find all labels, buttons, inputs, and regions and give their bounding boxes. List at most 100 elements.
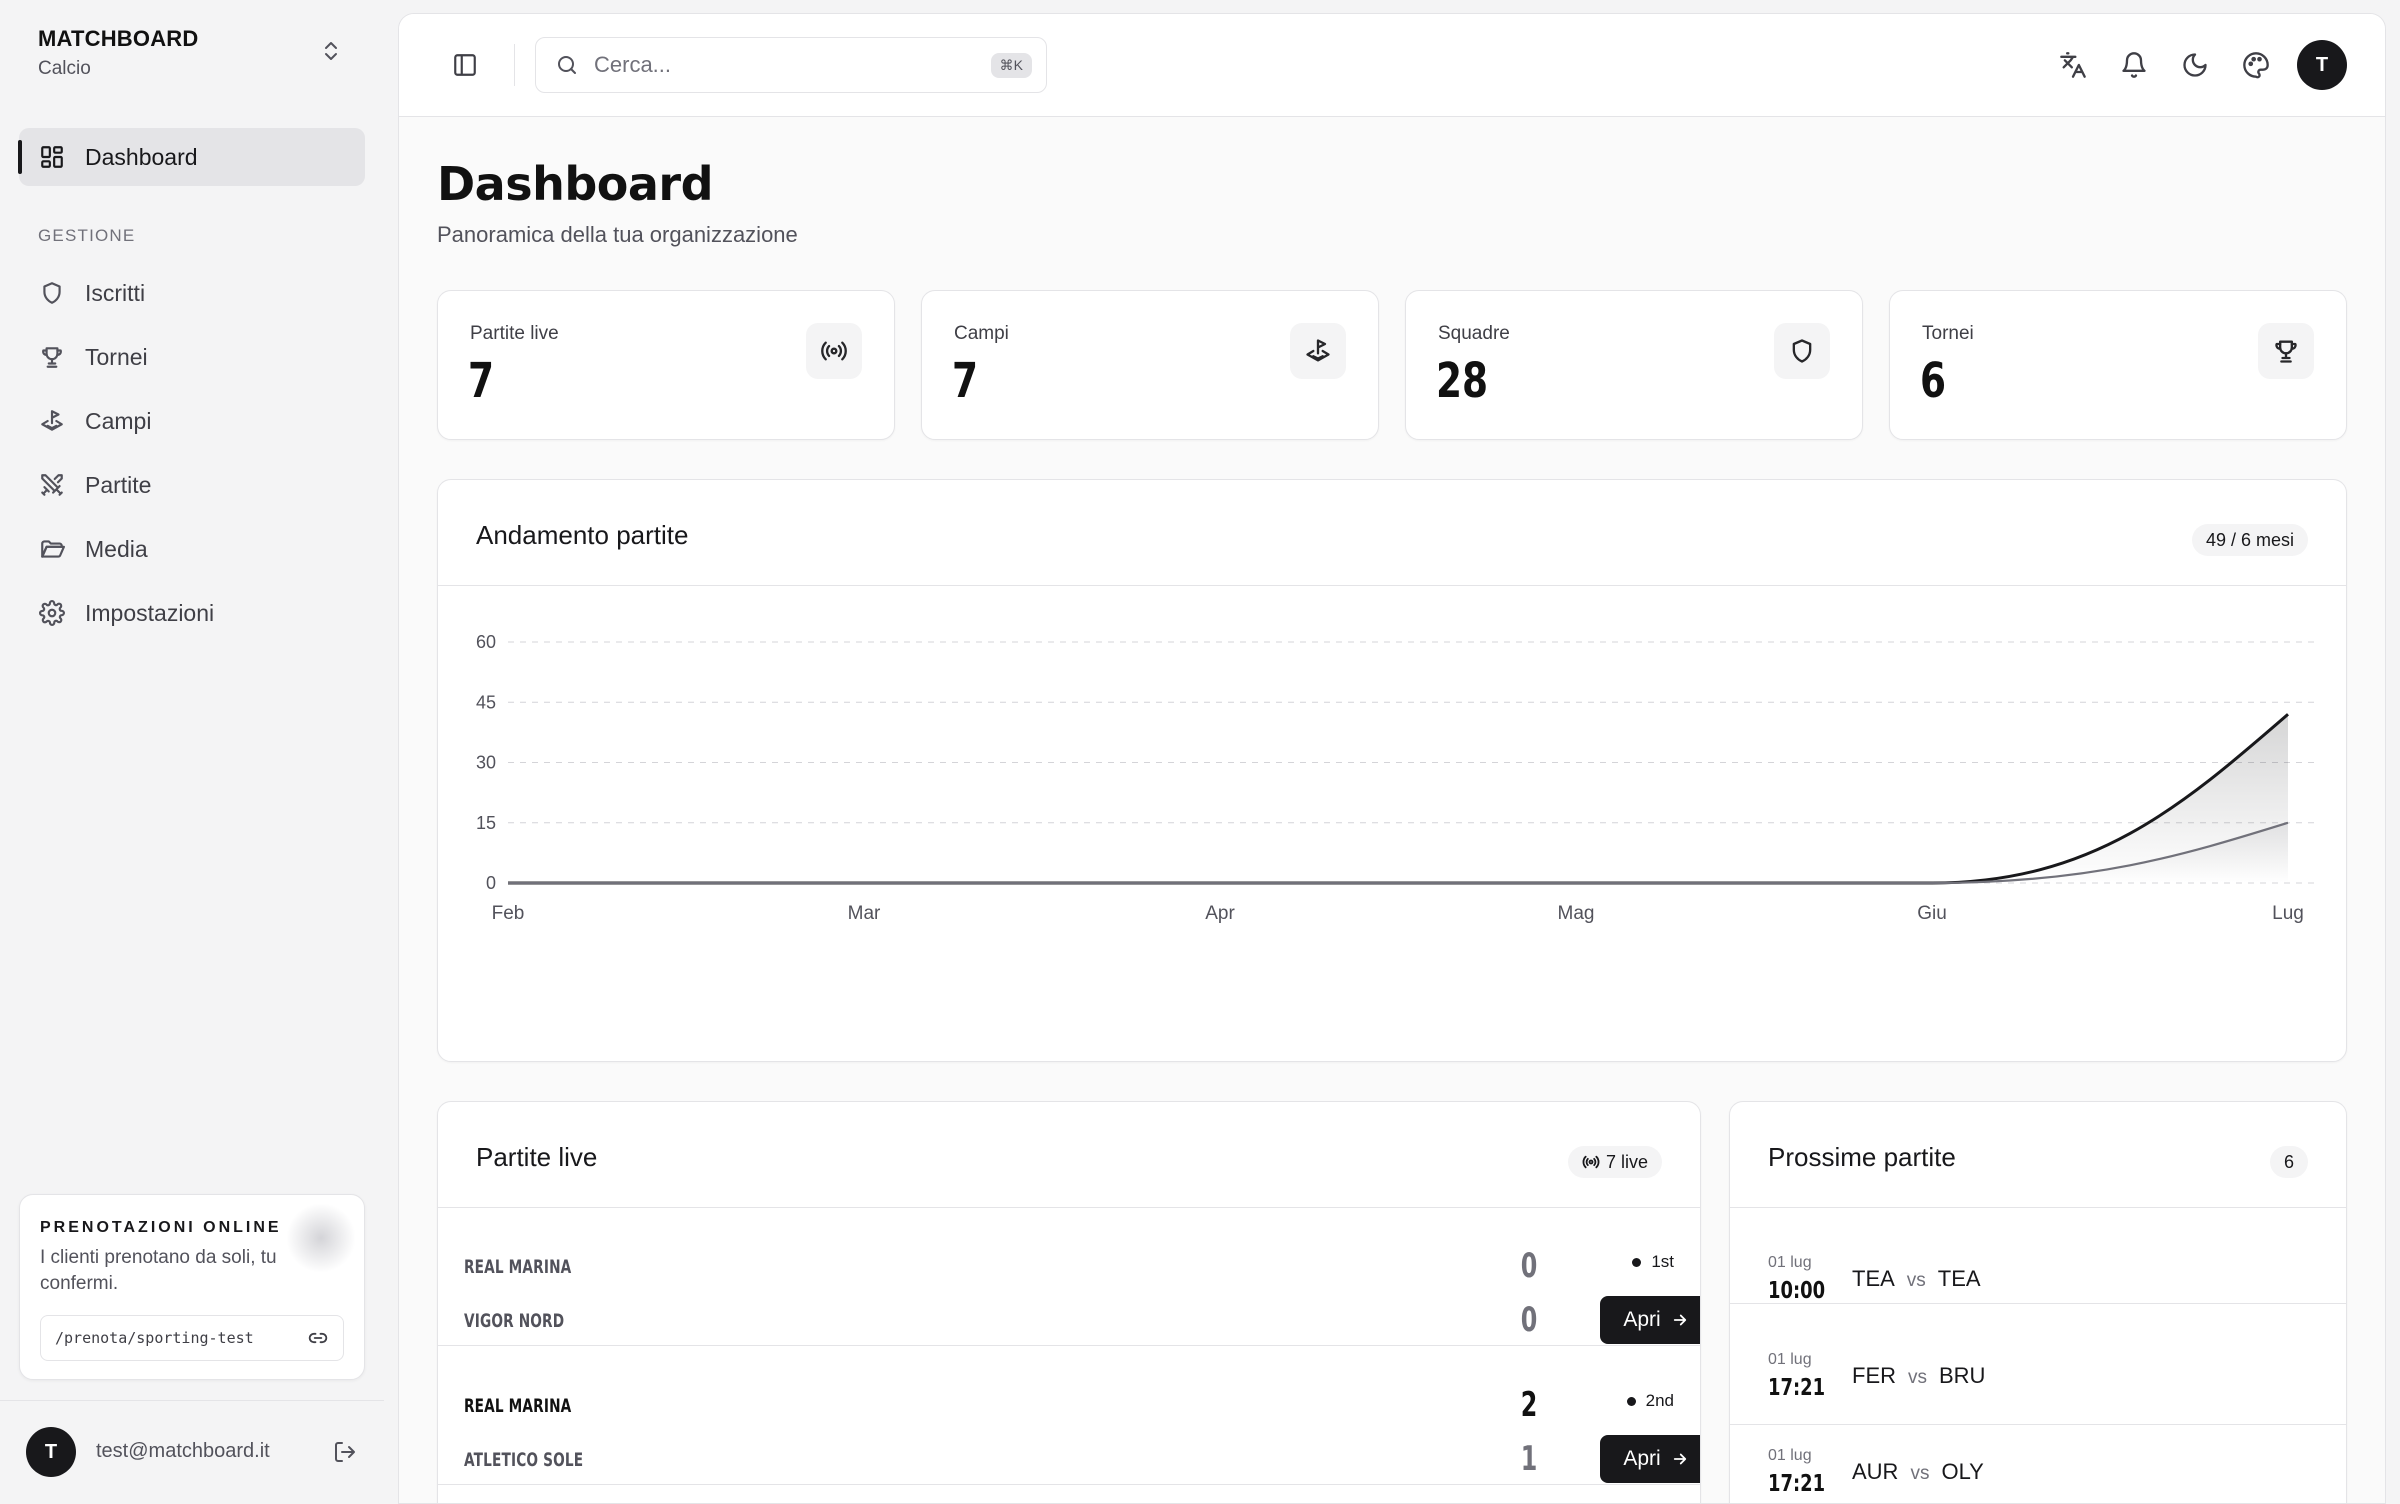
search-shortcut: ⌘K	[990, 52, 1032, 78]
sidebar-item-label: Iscritti	[85, 279, 146, 306]
swords-icon	[37, 470, 67, 500]
user-email: test@matchboard.it	[96, 1440, 270, 1462]
topbar: ⌘K T	[399, 14, 2385, 117]
shield-icon	[37, 278, 67, 308]
upcoming-match-row[interactable]: 01 lug 10:00 TEA vs TEA	[1730, 1208, 2346, 1304]
booking-url: /prenota/sporting-test	[55, 1329, 254, 1347]
live-count: 7 live	[1605, 1151, 1648, 1172]
trophy-icon	[37, 342, 67, 372]
brand-sport: Calcio	[38, 58, 91, 79]
stat-card-live-matches: Partite live 7	[437, 290, 895, 440]
org-brand[interactable]: MATCHBOARD Calcio	[38, 26, 198, 80]
booking-link-field[interactable]: /prenota/sporting-test	[40, 1315, 344, 1361]
sidebar-item-iscritti[interactable]: Iscritti	[19, 265, 365, 321]
home-team: FER	[1852, 1363, 1896, 1388]
link-icon[interactable]	[307, 1327, 329, 1349]
vs-label: vs	[1906, 1270, 1926, 1291]
x-tick-label: Mag	[1558, 903, 1595, 924]
card-header: Partite live 7 live	[438, 1102, 1700, 1208]
moon-icon[interactable]	[2179, 49, 2211, 81]
live-match-row: REAL MARINA ATLETICO SOLE 2 1 2nd Apri	[438, 1347, 1700, 1485]
promo-text: I clienti prenotano da soli, tu confermi…	[40, 1247, 277, 1294]
stat-card-teams: Squadre 28	[1405, 290, 1863, 440]
stat-card-fields: Campi 7	[921, 290, 1379, 440]
match-date: 01 lug	[1768, 1351, 1812, 1368]
match-teams: TEA vs TEA	[1852, 1266, 1981, 1292]
home-team: TEA	[1852, 1266, 1895, 1291]
open-button-label: Apri	[1623, 1447, 1661, 1470]
user-avatar[interactable]: T	[26, 1427, 76, 1477]
x-tick-label: Feb	[492, 903, 525, 924]
stat-label: Partite live	[470, 323, 559, 344]
y-tick-label: 60	[476, 632, 496, 652]
sidebar-item-tornei[interactable]: Tornei	[19, 329, 365, 385]
arrow-right-icon	[1671, 1311, 1689, 1329]
away-team: BRU	[1939, 1363, 1986, 1388]
sidebar-item-label: Partite	[85, 471, 152, 498]
arrow-right-icon	[1671, 1450, 1689, 1468]
home-team: REAL MARINA	[464, 1256, 572, 1278]
upcoming-match-row[interactable]: 01 lug 17:21 AUR vs OLY	[1730, 1425, 2346, 1503]
search-bar[interactable]: ⌘K	[535, 37, 1047, 93]
stat-card-tournaments: Tornei 6	[1889, 290, 2347, 440]
broadcast-icon	[806, 323, 862, 379]
sidebar-toggle-icon[interactable]	[449, 49, 481, 81]
open-match-button[interactable]: Apri	[1600, 1296, 1700, 1344]
translate-icon[interactable]	[2057, 49, 2089, 81]
match-period: 1st	[1632, 1252, 1674, 1272]
match-date: 01 lug	[1768, 1447, 1812, 1464]
bell-icon[interactable]	[2118, 49, 2150, 81]
logout-icon[interactable]	[330, 1437, 360, 1467]
card-header: Andamento partite 49 / 6 mesi	[438, 480, 2346, 586]
sidebar-item-partite[interactable]: Partite	[19, 457, 365, 513]
sidebar-item-label: Tornei	[85, 343, 148, 370]
match-time: 17:21	[1768, 1471, 1826, 1497]
search-icon	[554, 52, 580, 78]
card-title: Prossime partite	[1768, 1142, 1956, 1172]
stat-label: Squadre	[1438, 323, 1510, 344]
brand-name: MATCHBOARD	[38, 26, 199, 51]
search-input[interactable]	[594, 52, 991, 78]
series-area	[508, 714, 2288, 883]
away-team: TEA	[1937, 1266, 1981, 1291]
shield-icon	[1774, 323, 1830, 379]
online-booking-card: PRENOTAZIONI ONLINE I clienti prenotano …	[19, 1194, 365, 1380]
live-count-badge: 7 live	[1567, 1146, 1662, 1178]
y-tick-label: 45	[476, 692, 496, 712]
stat-label: Tornei	[1922, 323, 1974, 344]
open-button-label: Apri	[1623, 1308, 1661, 1331]
sidebar-item-impostazioni[interactable]: Impostazioni	[19, 585, 365, 641]
open-match-button[interactable]: Apri	[1600, 1435, 1700, 1483]
match-period: 2nd	[1627, 1391, 1674, 1411]
away-team: VIGOR NORD	[464, 1310, 565, 1332]
home-score: 2	[1520, 1385, 1538, 1425]
upcoming-count-badge: 6	[2269, 1146, 2308, 1178]
nav-section-label: GESTIONE	[38, 226, 136, 245]
sidebar-item-media[interactable]: Media	[19, 521, 365, 577]
sidebar-item-dashboard[interactable]: Dashboard	[18, 128, 365, 186]
y-tick-label: 15	[476, 813, 496, 833]
live-matches-card: Partite live 7 live REAL MARINA VIGOR NO…	[437, 1101, 1701, 1503]
card-title: Partite live	[476, 1142, 598, 1172]
match-time: 17:21	[1768, 1375, 1826, 1401]
stat-value: 28	[1436, 353, 1489, 409]
sidebar-item-label: Dashboard	[85, 143, 198, 170]
broadcast-icon	[1582, 1153, 1600, 1171]
main-panel: ⌘K T Dashboard Panoramica della tua orga…	[398, 13, 2386, 1504]
match-teams: AUR vs OLY	[1852, 1459, 1984, 1485]
home-team: AUR	[1852, 1459, 1899, 1484]
matches-trend-chart: 0 15 30 45 60 Feb Mar Apr Mag Giu Lug	[476, 632, 2318, 924]
palette-icon[interactable]	[2240, 49, 2272, 81]
away-score: 1	[1520, 1439, 1538, 1479]
sidebar-item-label: Impostazioni	[85, 599, 215, 626]
x-tick-label: Mar	[848, 903, 881, 924]
period-badge: 49 / 6 mesi	[2191, 524, 2308, 556]
upcoming-match-row[interactable]: 01 lug 17:21 FER vs BRU	[1730, 1329, 2346, 1425]
sidebar-item-campi[interactable]: Campi	[19, 393, 365, 449]
away-team: ATLETICO SOLE	[464, 1449, 584, 1471]
match-teams: FER vs BRU	[1852, 1363, 1985, 1389]
account-avatar[interactable]: T	[2297, 40, 2347, 90]
x-tick-label: Giu	[1917, 903, 1947, 924]
topbar-divider	[514, 44, 515, 86]
chevrons-up-down-icon[interactable]	[316, 36, 346, 66]
